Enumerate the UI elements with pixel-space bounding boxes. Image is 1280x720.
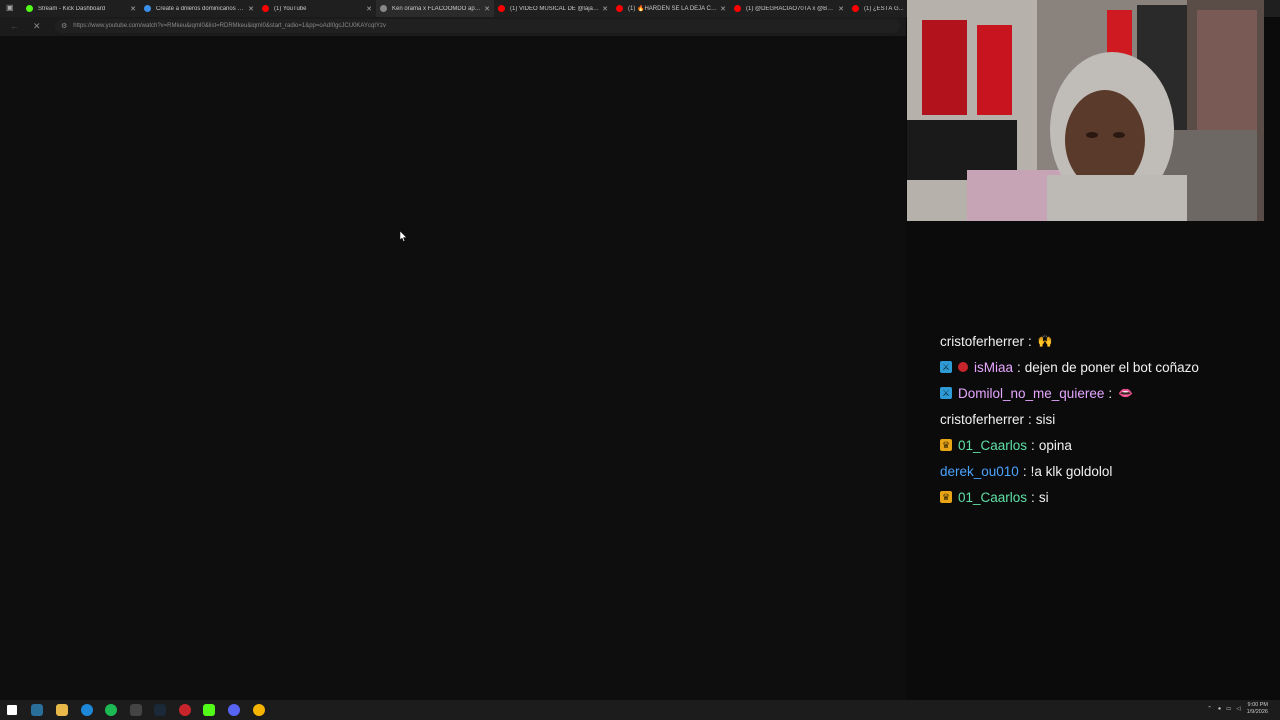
tab-favicon-icon <box>616 5 623 12</box>
crown-badge-icon: ♛ <box>940 491 952 503</box>
tab-close-icon[interactable]: ✕ <box>366 5 372 13</box>
steam-icon[interactable] <box>154 704 166 716</box>
clock-time: 9:00 PM <box>1247 702 1268 708</box>
tab-favicon-icon <box>262 5 269 12</box>
clock-date: 1/9/2026 <box>1246 709 1268 715</box>
back-icon[interactable]: ← <box>10 21 19 31</box>
url-field[interactable]: ⚙ https://www.youtube.com/watch?v=RMkeu&… <box>55 19 900 33</box>
chevron-up-icon[interactable]: ⌃ <box>1207 706 1212 712</box>
chat-text: !a klk goldolol <box>1030 463 1113 479</box>
site-info-icon[interactable]: ⚙ <box>61 22 67 30</box>
chat-username[interactable]: cristoferherrer <box>940 334 1024 349</box>
chat-username[interactable]: Domilol_no_me_quieree <box>958 386 1104 401</box>
red-dot-badge-icon <box>958 362 968 372</box>
chat-message: derek_ou010: !a klk goldolol <box>940 458 1270 484</box>
chat-message: cristoferherrer: 🙌 <box>940 328 1270 354</box>
file-explorer-icon[interactable] <box>56 704 68 716</box>
mouse-cursor-icon <box>400 231 407 242</box>
reload-icon[interactable]: ✕ <box>33 21 41 32</box>
chat-username[interactable]: isMiaa <box>974 360 1013 375</box>
task-view-icon[interactable] <box>31 704 43 716</box>
tab-label: (1) VIDEO MUSICAL DE @lajaOfic... <box>510 5 600 12</box>
chat-message: ⚔ Domilol_no_me_quieree: 👄 <box>940 380 1270 406</box>
chat-separator: : <box>1108 385 1113 401</box>
webcam-feed <box>907 0 1264 221</box>
clock[interactable]: 9:00 PM 1/9/2026 <box>1247 702 1268 716</box>
tab-label: Ken orama x FLACOOMDO apar... <box>392 5 482 12</box>
chat-message: ♛ 01_Caarlos: opina <box>940 432 1270 458</box>
spotify-icon[interactable] <box>105 704 117 716</box>
chat-text: si <box>1038 489 1049 505</box>
chat-text: dejen de poner el bot coñazo <box>1024 359 1199 375</box>
chat-text: sisi <box>1035 411 1056 427</box>
chat-username[interactable]: cristoferherrer <box>940 412 1024 427</box>
window-menu-icon[interactable]: ▣ <box>6 3 16 13</box>
discord-icon[interactable] <box>228 704 240 716</box>
obs-icon[interactable] <box>179 704 191 716</box>
chat-separator: : <box>1031 437 1035 453</box>
browser-tab[interactable]: (1) VIDEO MUSICAL DE @lajaOfic... ✕ <box>494 0 612 17</box>
tab-strip: Stream - Kick Dashboard ✕ Create a drilero… <box>22 0 966 17</box>
chat-separator: : <box>1022 463 1027 479</box>
chat-message: ⚔ isMiaa: dejen de poner el bot coñazo <box>940 354 1270 380</box>
webcam-overlay <box>907 0 1264 221</box>
sword-badge-icon: ⚔ <box>940 387 952 399</box>
browser-tab[interactable]: (1) @DEGRACIAO70TA x @BLIZZ... ✕ <box>730 0 848 17</box>
windows-taskbar: ⌃ ● ▭ ◁ 9:00 PM 1/9/2026 <box>0 700 1280 720</box>
volume-icon[interactable]: ◁ <box>1236 706 1240 712</box>
chat-username[interactable]: 01_Caarlos <box>958 490 1027 505</box>
tab-favicon-icon <box>734 5 741 12</box>
tab-label: (1) @DEGRACIAO70TA x @BLIZZ... <box>746 5 836 12</box>
chat-username[interactable]: 01_Caarlos <box>958 438 1027 453</box>
chat-message: ♛ 01_Caarlos: si <box>940 484 1270 510</box>
tab-label: (1) 🔥HARDEN SE LA DEJA CAER ... <box>628 6 717 12</box>
tab-close-icon[interactable]: ✕ <box>484 5 490 13</box>
chat-separator: : <box>1028 411 1032 427</box>
crown-badge-icon: ♛ <box>940 439 952 451</box>
tab-favicon-icon <box>144 5 151 12</box>
browser-tab[interactable]: Ken orama x FLACOOMDO apar... ✕ <box>376 0 494 17</box>
network-icon[interactable]: ▭ <box>1226 706 1231 712</box>
chrome-icon[interactable] <box>253 704 265 716</box>
tab-favicon-icon <box>498 5 505 12</box>
mic-icon[interactable]: ● <box>1218 706 1221 712</box>
tab-close-icon[interactable]: ✕ <box>602 5 608 13</box>
sword-badge-icon: ⚔ <box>940 361 952 373</box>
chat-text: opina <box>1038 437 1072 453</box>
pen-tool-icon[interactable] <box>130 704 142 716</box>
tab-label: Create a drileros dominicanos 20... <box>156 5 246 12</box>
start-icon[interactable] <box>7 705 17 715</box>
browser-tab[interactable]: (1) YouTube ✕ <box>258 0 376 17</box>
tab-favicon-icon <box>26 5 33 12</box>
address-bar: ← ✕ ⚙ https://www.youtube.com/watch?v=RM… <box>0 17 906 36</box>
tab-label: Stream - Kick Dashboard <box>38 5 106 12</box>
edge-browser-icon[interactable] <box>81 704 93 716</box>
url-text: https://www.youtube.com/watch?v=RMkeu&iq… <box>73 23 386 29</box>
tab-close-icon[interactable]: ✕ <box>130 5 136 13</box>
system-tray: ⌃ ● ▭ ◁ 9:00 PM 1/9/2026 <box>1207 702 1268 716</box>
chat-username[interactable]: derek_ou010 <box>940 464 1019 479</box>
tab-label: (1) YouTube <box>274 5 307 12</box>
tab-favicon-icon <box>380 5 387 12</box>
tab-close-icon[interactable]: ✕ <box>720 5 726 13</box>
stream-chat-overlay: cristoferherrer: 🙌 ⚔ isMiaa: dejen de poner … <box>940 328 1270 510</box>
youtube-page-loading <box>0 36 906 700</box>
browser-tab[interactable]: Create a drileros dominicanos 20... ✕ <box>140 0 258 17</box>
tab-close-icon[interactable]: ✕ <box>248 5 254 13</box>
tab-close-icon[interactable]: ✕ <box>838 5 844 13</box>
chat-separator: : <box>1028 333 1032 349</box>
chat-emote-icon: 🙌 <box>1037 334 1053 348</box>
browser-tab[interactable]: Stream - Kick Dashboard ✕ <box>22 0 140 17</box>
chat-separator: : <box>1017 359 1021 375</box>
browser-tab[interactable]: (1) 🔥HARDEN SE LA DEJA CAER ...✕ <box>612 0 730 17</box>
chat-message: cristoferherrer: sisi <box>940 406 1270 432</box>
chat-emote-icon: 👄 <box>1118 386 1134 400</box>
kick-icon[interactable] <box>203 704 215 716</box>
chat-separator: : <box>1031 489 1035 505</box>
tab-favicon-icon <box>852 5 859 12</box>
